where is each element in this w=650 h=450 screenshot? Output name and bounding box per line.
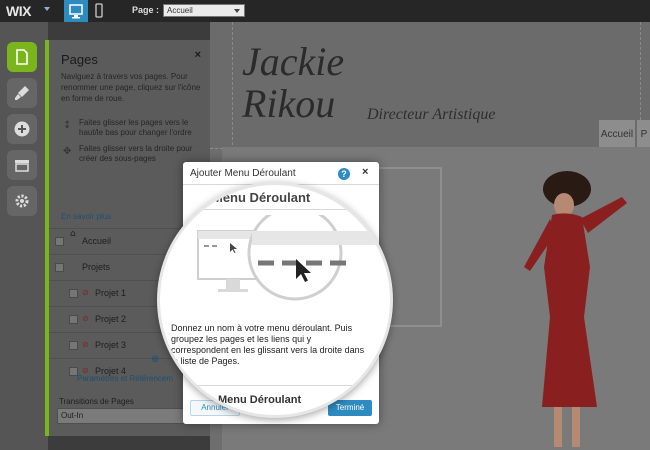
help-icon[interactable]: ?: [338, 168, 350, 180]
page-checkbox[interactable]: [55, 263, 64, 272]
close-icon[interactable]: ×: [362, 166, 368, 178]
drag-move-icon: ✥: [63, 146, 72, 157]
hidden-eye-icon[interactable]: ⊘: [82, 315, 89, 323]
dropdown-instructions: Donnez un nom à votre menu déroulant. Pu…: [171, 323, 365, 366]
learn-more-link[interactable]: En savoir plus: [61, 212, 111, 221]
tip-text: Faites glisser vers la droite pour créer…: [79, 144, 193, 163]
hidden-eye-icon[interactable]: ⊘: [82, 289, 89, 297]
editor-top-bar: WIX Page : Accueil: [0, 0, 650, 22]
tool-rail: [0, 22, 48, 450]
page-label: Accueil: [82, 236, 112, 246]
home-icon: ⌂: [70, 229, 76, 239]
logo-menu-caret-icon[interactable]: [44, 7, 50, 11]
design-brush-icon: [15, 86, 29, 100]
site-name-first[interactable]: Jackie: [242, 38, 344, 85]
panel-tip-reorder: ↕ Faites glisser les pages vers le haut/…: [61, 118, 211, 138]
desktop-view-button[interactable]: [64, 0, 88, 22]
page-selector[interactable]: Accueil: [163, 4, 245, 17]
page-label: Projet 3: [95, 340, 127, 350]
dialog-title: Ajouter Menu Déroulant: [190, 168, 296, 179]
wix-logo[interactable]: WIX: [6, 3, 31, 19]
add-icon: [14, 121, 30, 137]
panel-description: Naviguez à travers vos pages. Pour renom…: [61, 72, 201, 103]
dropdown-illustration: [197, 215, 390, 301]
panel-title: Pages: [61, 52, 98, 67]
tip-text: Faites glisser les pages vers le haut/le…: [79, 118, 192, 137]
page-checkbox[interactable]: [69, 341, 78, 350]
page-label: Projets: [82, 262, 111, 272]
settings-gear-icon: [15, 194, 29, 208]
done-button[interactable]: Terminé: [328, 400, 372, 416]
page-transitions-select[interactable]: Out-In: [57, 408, 187, 424]
site-nav-partial[interactable]: P: [637, 120, 650, 150]
add-tool-button[interactable]: [7, 114, 37, 144]
woman-in-red-dress-image: [524, 171, 627, 447]
add-page-icon[interactable]: ⊕: [151, 354, 159, 365]
pages-icon: [16, 49, 28, 65]
page-label: Projet 2: [95, 314, 127, 324]
page-transitions-label: Transitions de Pages: [59, 397, 134, 406]
panel-tip-subpages: ✥ Faites glisser vers la droite pour cré…: [61, 144, 211, 164]
desktop-icon: [69, 4, 83, 19]
site-role-title[interactable]: Directeur Artistique: [367, 106, 495, 124]
app-market-tool-button[interactable]: [7, 150, 37, 180]
design-tool-button[interactable]: [7, 78, 37, 108]
zoom-magnifier: Menu Déroulant Donnez un nom à votre men…: [157, 182, 393, 418]
dropdown-name-input[interactable]: Menu Déroulant: [218, 394, 301, 406]
app-market-icon: [15, 160, 29, 172]
page-selector-value: Accueil: [167, 6, 193, 15]
page-settings-seo-link[interactable]: Paramètres et Référencem: [77, 374, 173, 383]
input-divider: [190, 385, 370, 386]
page-checkbox[interactable]: [55, 237, 64, 246]
mobile-view-button[interactable]: [88, 0, 110, 22]
pages-tool-button[interactable]: [7, 42, 37, 72]
drag-vertical-icon: ↕: [63, 120, 72, 131]
site-name-last[interactable]: Rikou: [242, 80, 335, 127]
heading-divider: [200, 209, 370, 210]
mobile-icon: [95, 3, 103, 18]
close-icon[interactable]: ×: [195, 49, 201, 61]
site-nav-accueil[interactable]: Accueil: [599, 120, 635, 150]
page-checkbox[interactable]: [69, 289, 78, 298]
page-label: Projet 1: [95, 288, 127, 298]
hidden-eye-icon[interactable]: ⊘: [82, 341, 89, 349]
settings-tool-button[interactable]: [7, 186, 37, 216]
page-selector-label: Page :: [132, 5, 160, 15]
page-checkbox[interactable]: [69, 315, 78, 324]
dropdown-heading: Menu Déroulant: [212, 190, 311, 205]
chevron-down-icon: [234, 9, 240, 13]
